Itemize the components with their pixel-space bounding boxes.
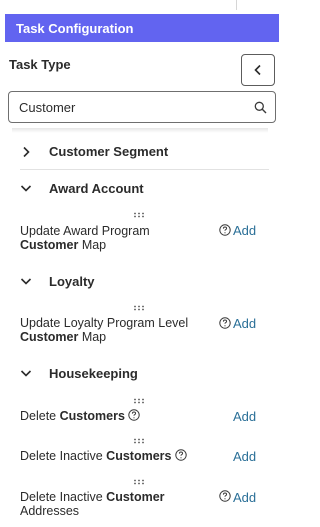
section-customer-segment[interactable]: Customer Segment [20,134,269,170]
panel-header: Task Configuration [5,14,279,42]
drag-handle-icon[interactable] [132,398,146,404]
top-divider [236,0,237,10]
task-configuration-panel: Task Configuration Task Type Customer Se… [0,0,279,527]
add-link[interactable]: Add [233,490,256,505]
task-item-title: Update Loyalty Program Level Customer Ma… [20,316,189,344]
drag-handle-icon[interactable] [132,438,146,444]
add-link[interactable]: Add [233,223,256,238]
section-title: Loyalty [49,273,95,289]
collapse-panel-button[interactable] [241,54,275,86]
list-scroll-shadow [12,128,268,133]
chevron-down-icon [20,370,32,377]
section-title: Customer Segment [49,144,169,159]
help-icon[interactable] [175,449,187,461]
help-icon[interactable] [219,317,231,329]
search-field[interactable] [8,91,276,123]
top-strip [0,0,279,14]
chevron-right-icon [23,146,30,157]
task-type-label: Task Type [9,57,71,72]
add-link[interactable]: Add [233,409,256,424]
chevron-down-icon [20,185,32,192]
add-link[interactable]: Add [233,449,256,464]
help-icon[interactable] [219,224,231,236]
section-award-account[interactable]: Award Account [20,177,269,199]
drag-handle-icon[interactable] [132,479,146,485]
search-input[interactable] [19,99,244,115]
section-title: Housekeeping [49,365,138,381]
task-item-title: Delete Inactive Customers [20,449,210,463]
panel-title: Task Configuration [16,20,134,36]
chevron-left-icon [254,64,261,76]
task-item-title: Update Award Program Customer Map [20,224,150,252]
drag-handle-icon[interactable] [132,305,146,311]
add-link[interactable]: Add [233,316,256,331]
chevron-down-icon [20,278,32,285]
help-icon[interactable] [128,409,141,421]
search-icon[interactable] [254,101,267,114]
section-housekeeping[interactable]: Housekeeping [20,362,269,384]
section-title: Award Account [49,180,144,196]
help-icon[interactable] [219,490,231,502]
section-loyalty[interactable]: Loyalty [20,270,269,292]
task-item-title: Delete Inactive Customer Addresses [20,490,165,518]
task-item-title: Delete Customers [20,409,210,423]
drag-handle-icon[interactable] [132,212,146,218]
